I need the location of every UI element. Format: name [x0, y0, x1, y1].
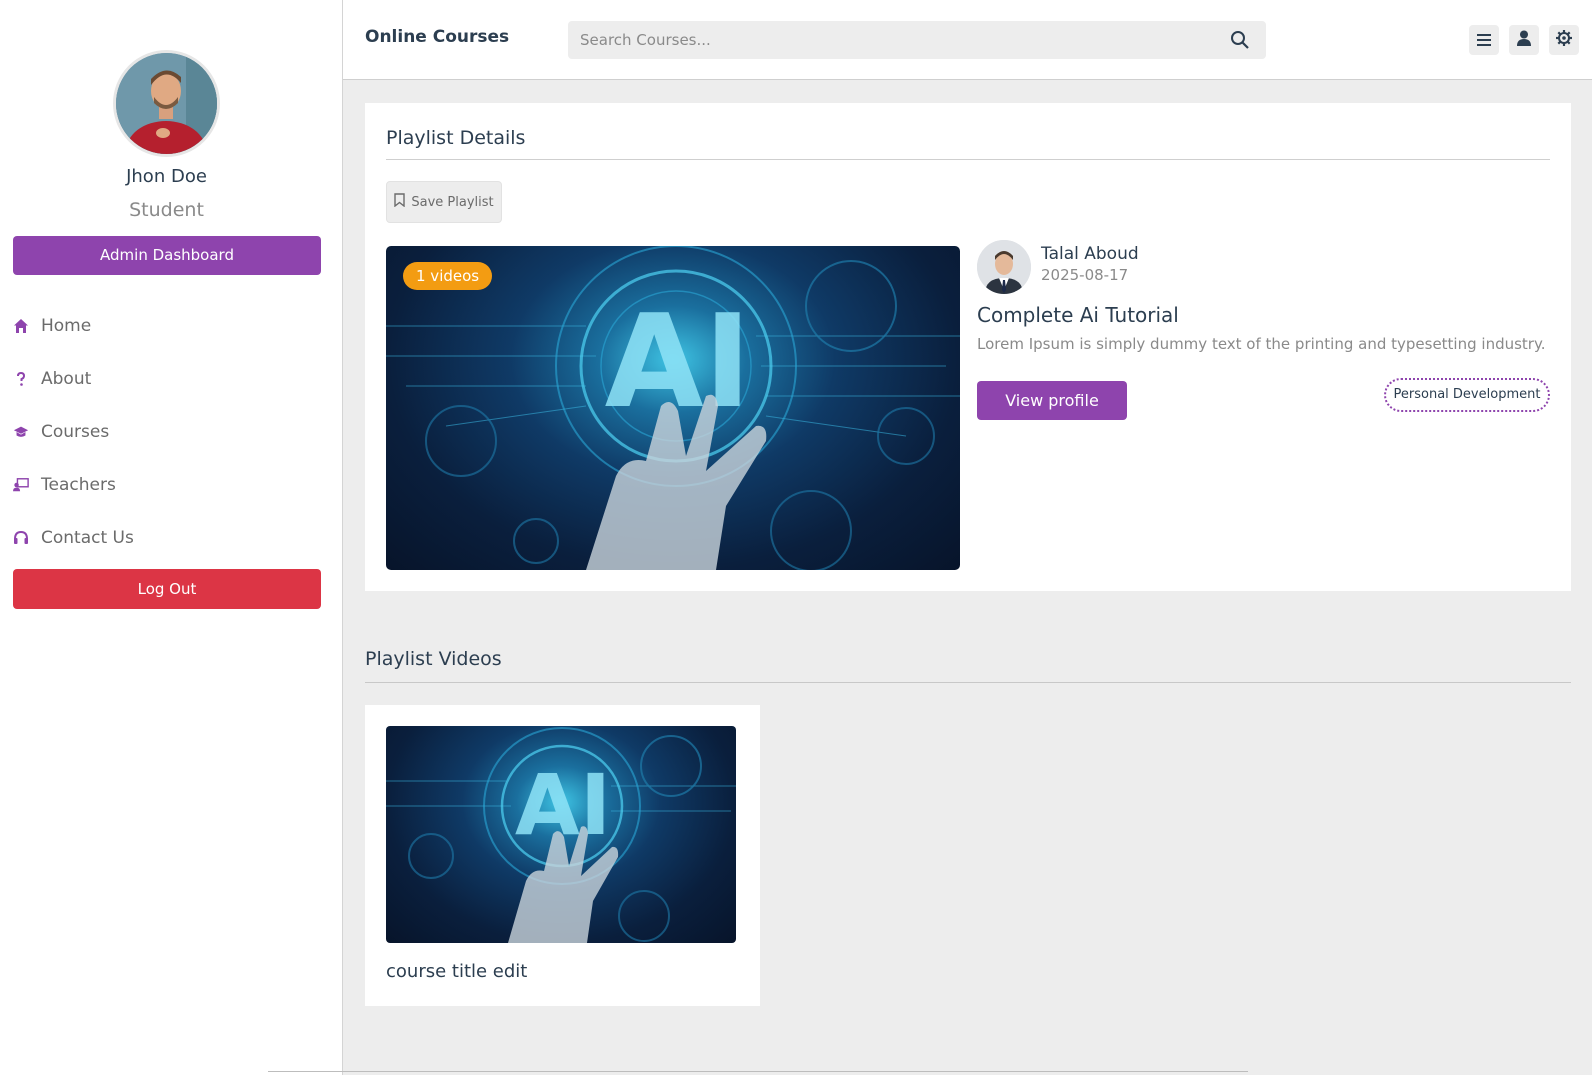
user-icon [1517, 30, 1531, 50]
sidebar-item-label: Courses [41, 422, 110, 442]
user-name: Jhon Doe [126, 166, 207, 187]
sidebar-item-about[interactable]: About [13, 364, 91, 394]
ai-hand-image: AI [386, 727, 736, 943]
home-icon [13, 318, 29, 334]
playlist-details-heading: Playlist Details [386, 127, 526, 149]
sidebar-item-label: Teachers [41, 475, 116, 495]
gear-icon [1556, 30, 1572, 50]
divider [386, 159, 1550, 160]
sidebar-item-courses[interactable]: Courses [13, 417, 109, 447]
logout-button[interactable]: Log Out [13, 569, 321, 609]
sidebar-item-label: About [41, 369, 92, 389]
user-button[interactable] [1509, 25, 1539, 55]
video-card[interactable]: AI course title edit [365, 705, 760, 1006]
settings-button[interactable] [1549, 25, 1579, 55]
search-input[interactable] [568, 21, 1208, 59]
playlist-description: Lorem Ipsum is simply dummy text of the … [977, 335, 1546, 353]
headset-icon [13, 530, 29, 546]
video-count-badge: 1 videos [403, 262, 493, 290]
video-title[interactable]: course title edit [386, 961, 527, 982]
playlist-details-card: Playlist Details Save Playlist AI 1 vide… [365, 103, 1571, 591]
sidebar-item-label: Contact Us [41, 528, 134, 548]
sidebar: Jhon Doe Student Admin Dashboard Home Ab… [0, 0, 343, 1075]
playlist-date: 2025-08-17 [1041, 266, 1129, 284]
menu-icon [1477, 31, 1491, 50]
teacher-avatar[interactable] [977, 240, 1031, 294]
sidebar-item-contact[interactable]: Contact Us [13, 523, 134, 553]
bookmark-icon [394, 193, 406, 211]
user-role: Student [129, 199, 204, 221]
search-icon[interactable] [1230, 30, 1250, 50]
top-header: Online Courses [343, 0, 1592, 80]
menu-button[interactable] [1469, 25, 1499, 55]
save-playlist-button[interactable]: Save Playlist [386, 181, 502, 223]
avatar[interactable] [113, 50, 220, 157]
sidebar-item-label: Home [41, 316, 92, 336]
view-profile-button[interactable]: View profile [977, 381, 1127, 420]
category-tag[interactable]: Personal Development [1384, 378, 1550, 412]
question-icon [13, 371, 29, 387]
playlist-videos-heading: Playlist Videos [365, 648, 502, 670]
playlist-title: Complete Ai Tutorial [977, 303, 1179, 327]
playlist-thumbnail[interactable]: AI 1 videos [386, 246, 960, 570]
user-photo [116, 53, 217, 154]
sidebar-item-teachers[interactable]: Teachers [13, 470, 116, 500]
divider [268, 1071, 1248, 1072]
divider [365, 682, 1571, 683]
sidebar-item-home[interactable]: Home [13, 311, 91, 341]
teacher-name: Talal Aboud [1041, 244, 1139, 264]
ai-hand-image: AI [386, 246, 960, 570]
video-thumbnail[interactable]: AI [386, 726, 736, 943]
save-playlist-label: Save Playlist [411, 194, 494, 210]
admin-dashboard-button[interactable]: Admin Dashboard [13, 236, 321, 275]
teacher-icon [13, 477, 29, 493]
teacher-photo [977, 240, 1031, 294]
search-bar [568, 21, 1266, 59]
graduation-cap-icon [13, 424, 29, 440]
brand-logo[interactable]: Online Courses [365, 27, 509, 47]
